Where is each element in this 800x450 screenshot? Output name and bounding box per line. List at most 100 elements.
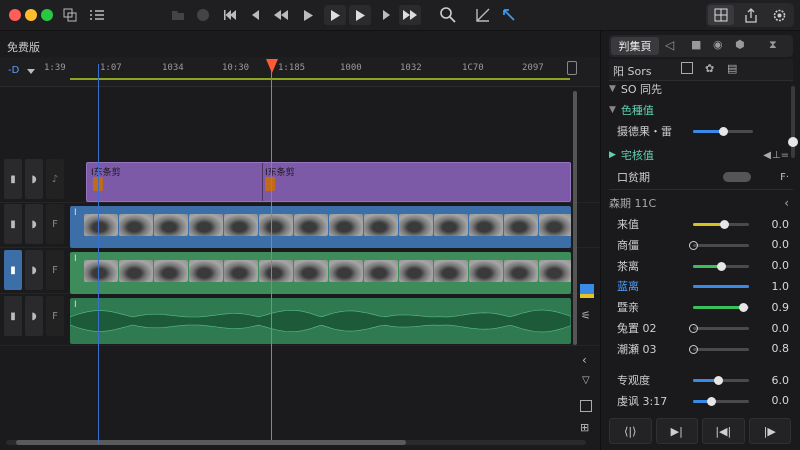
playhead-handle[interactable] [266, 59, 278, 73]
color-swatch-icon[interactable] [580, 284, 594, 298]
param-slider[interactable] [689, 344, 749, 354]
tag-icon[interactable]: ✿ [705, 62, 714, 75]
tab-icon-4[interactable]: ⬢ [735, 38, 745, 51]
zoom-window-button[interactable] [41, 9, 53, 21]
step-forward-icon[interactable] [378, 5, 394, 25]
slider-knob[interactable] [689, 324, 698, 333]
param-slider[interactable] [689, 324, 749, 333]
search-icon[interactable] [438, 5, 460, 25]
param-value[interactable]: 0.8 [772, 342, 790, 355]
reset-icon[interactable]: ◀ [763, 150, 771, 161]
crop-icon[interactable] [681, 62, 693, 74]
section-header[interactable]: ▼ 色種值 [609, 100, 789, 120]
horizontal-scrollbar-thumb[interactable] [16, 440, 406, 445]
tab-icon-5[interactable]: ⧗ [769, 38, 777, 52]
chevron-right-icon[interactable]: ▶ [609, 150, 616, 160]
title-clip[interactable]: I东条剪 I东条剪 [86, 162, 571, 202]
param-value[interactable]: 0.0 [772, 394, 790, 407]
ruler-end-marker[interactable] [567, 61, 577, 75]
fast-forward-icon[interactable] [399, 5, 421, 25]
slider-knob[interactable] [714, 376, 724, 385]
frame-icon[interactable] [580, 400, 592, 412]
gear-icon[interactable] [768, 5, 790, 25]
param-value[interactable]: 1.0 [772, 280, 790, 293]
param-slider[interactable] [693, 220, 749, 229]
slider-knob[interactable] [717, 261, 726, 271]
toggle-switch[interactable] [723, 172, 751, 182]
param-value[interactable]: 6.0 [772, 374, 790, 387]
play-box-icon[interactable] [324, 5, 346, 25]
list-icon[interactable] [88, 5, 106, 25]
inspector-scroll-knob[interactable] [788, 137, 798, 147]
video-clip[interactable]: I [70, 206, 571, 248]
share-icon[interactable] [740, 5, 762, 25]
skip-back-icon[interactable] [222, 5, 238, 25]
inspector-scrollbar[interactable] [791, 86, 795, 158]
film-icon[interactable]: ▤ [727, 62, 737, 75]
chevron-left-icon[interactable]: ‹ [582, 353, 587, 367]
vertical-scrollbar[interactable] [573, 91, 577, 345]
slider-knob[interactable] [689, 344, 698, 354]
close-window-button[interactable] [9, 9, 21, 21]
slider-knob[interactable] [689, 240, 698, 250]
track-visibility-icon[interactable]: ◗ [25, 250, 43, 290]
track-function-icon[interactable]: F [46, 204, 64, 244]
slider-knob[interactable] [706, 396, 716, 406]
param-slider[interactable] [693, 127, 753, 136]
step-back-icon[interactable] [248, 5, 264, 25]
track-lock-icon[interactable]: ▮ [4, 204, 22, 244]
tab-icon-3[interactable]: ◉ [713, 38, 723, 51]
track-lock-icon[interactable]: ▮ [4, 296, 22, 336]
param-slider[interactable] [693, 303, 749, 313]
split-icon[interactable]: ⊞ [580, 421, 589, 434]
track-lock-icon[interactable]: ▮ [4, 250, 22, 290]
chevron-down-icon[interactable]: ▼ [609, 105, 616, 115]
chevron-left-icon[interactable]: ‹ [784, 196, 789, 210]
timecode-prefix[interactable]: -D [8, 65, 19, 76]
track-visibility-icon[interactable]: ◗ [25, 296, 43, 336]
layout-grid-icon[interactable] [708, 5, 734, 25]
bottom-button[interactable]: ▶| [655, 418, 698, 444]
param-slider[interactable] [693, 376, 749, 385]
bottom-button[interactable]: |▶ [748, 418, 791, 444]
timeline-ruler[interactable]: -D 1:39 1:07 1034 10:30 1:185 1000 1032 … [0, 57, 600, 87]
keyframe-icon[interactable]: ⊥= [772, 150, 789, 161]
in-point-marker[interactable] [98, 64, 99, 444]
slider-knob[interactable] [719, 220, 729, 229]
param-slider[interactable] [693, 261, 749, 271]
section-header[interactable]: ▶ 宅核值 ◀ ⊥= [609, 145, 789, 165]
bottom-button[interactable]: ⟨|⟩ [609, 418, 652, 444]
video-clip[interactable]: I [70, 252, 571, 294]
globe-icon[interactable] [195, 5, 211, 25]
sliders-icon[interactable]: ⚟ [581, 309, 591, 322]
param-value[interactable]: 0.0 [772, 322, 790, 335]
minimize-window-button[interactable] [25, 9, 37, 21]
copy-icon[interactable] [62, 5, 78, 25]
track-function-icon[interactable]: F [46, 296, 64, 336]
section-header[interactable]: ▼ SO 同先 [609, 79, 789, 99]
param-slider[interactable] [693, 396, 749, 406]
sources-label[interactable]: 阳 Sors [613, 63, 651, 79]
param-value[interactable]: 0.0 [772, 238, 790, 251]
track-function-icon[interactable]: F [46, 250, 64, 290]
bottom-button[interactable]: |◀| [702, 418, 745, 444]
tab-icon-1[interactable]: ◁ [665, 38, 674, 52]
param-slider[interactable] [693, 285, 749, 289]
inspector-tab-active[interactable]: 判集頁 [611, 37, 659, 55]
section-header[interactable]: 森期 11C ‹ [609, 193, 789, 213]
chevron-down-icon[interactable]: ▼ [609, 84, 616, 94]
param-value[interactable]: 0.0 [772, 259, 790, 272]
track-visibility-icon[interactable]: ◗ [25, 159, 43, 199]
transform-icon[interactable] [474, 5, 492, 25]
chevron-down-icon[interactable] [27, 69, 35, 74]
param-slider[interactable] [689, 240, 749, 250]
param-value[interactable]: 0.0 [772, 218, 790, 231]
rewind-icon[interactable] [272, 5, 290, 25]
play-next-box-icon[interactable] [349, 5, 371, 25]
arrow-down-icon[interactable]: ▽ [582, 375, 590, 386]
play-icon[interactable] [300, 5, 316, 25]
folder-icon[interactable] [170, 5, 186, 25]
select-arrow-icon[interactable] [500, 5, 518, 25]
audio-clip[interactable]: I [70, 298, 571, 344]
playhead[interactable] [271, 60, 272, 440]
